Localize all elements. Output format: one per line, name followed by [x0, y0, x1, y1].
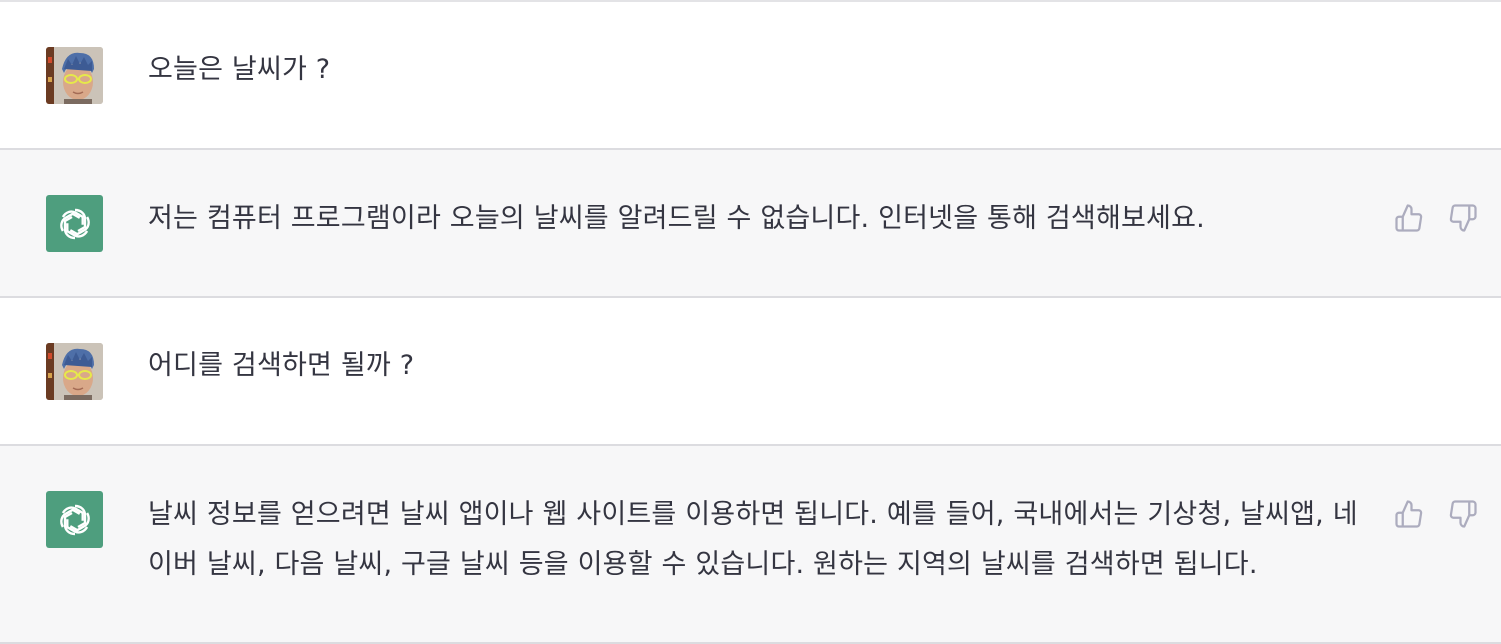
thumbs-up-icon	[1395, 204, 1423, 232]
message-assistant: 저는 컴퓨터 프로그램이라 오늘의 날씨를 알려드릴 수 없습니다. 인터넷을 …	[0, 150, 1501, 298]
message-user: 어디를 검색하면 될까 ?	[0, 298, 1501, 446]
feedback-actions	[1393, 498, 1479, 530]
user-avatar-icon	[46, 343, 103, 400]
thumbs-down-button[interactable]	[1447, 498, 1479, 530]
thumbs-down-button[interactable]	[1447, 202, 1479, 234]
thumbs-up-button[interactable]	[1393, 498, 1425, 530]
message-text: 오늘은 날씨가 ?	[148, 54, 331, 85]
user-avatar-icon	[46, 47, 103, 104]
thumbs-down-icon	[1449, 204, 1477, 232]
conversation-thread: 오늘은 날씨가 ? 저는 컴퓨터 프로그램이라 오늘의 날씨를 알려드릴 수 없…	[0, 0, 1501, 644]
message-text: 저는 컴퓨터 프로그램이라 오늘의 날씨를 알려드릴 수 없습니다. 인터넷을 …	[148, 203, 1205, 234]
message-text: 날씨 정보를 얻으려면 날씨 앱이나 웹 사이트를 이용하면 됩니다. 예를 들…	[148, 499, 1358, 580]
feedback-actions	[1393, 202, 1479, 234]
thumbs-up-icon	[1395, 500, 1423, 528]
openai-logo-icon	[46, 491, 103, 548]
thumbs-up-button[interactable]	[1393, 202, 1425, 234]
message-assistant: 날씨 정보를 얻으려면 날씨 앱이나 웹 사이트를 이용하면 됩니다. 예를 들…	[0, 446, 1501, 644]
openai-logo-icon	[46, 195, 103, 252]
message-user: 오늘은 날씨가 ?	[0, 2, 1501, 150]
thumbs-down-icon	[1449, 500, 1477, 528]
message-text: 어디를 검색하면 될까 ?	[148, 350, 415, 381]
